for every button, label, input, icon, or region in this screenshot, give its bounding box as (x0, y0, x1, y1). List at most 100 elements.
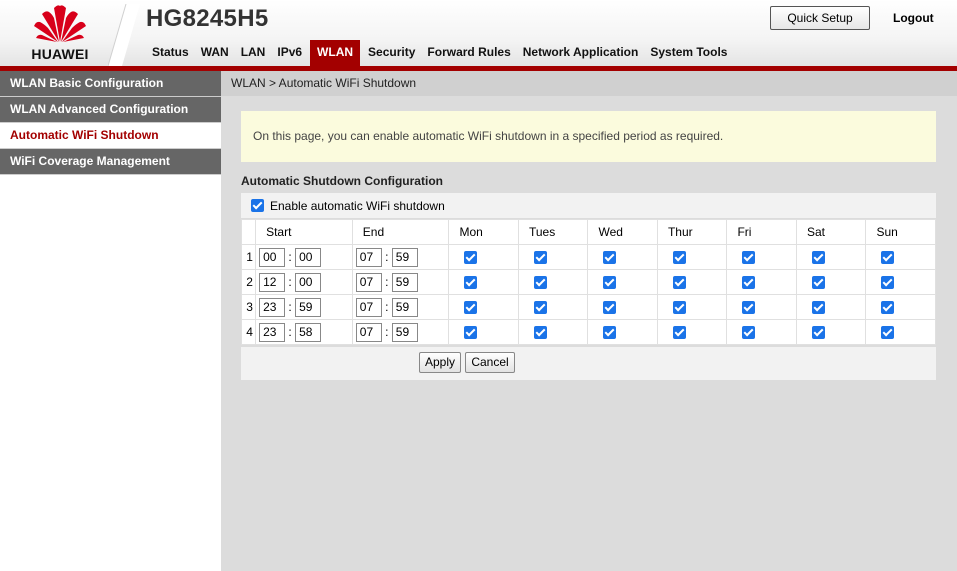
day-cell-mon (448, 244, 519, 270)
end-minute-input[interactable]: 59 (391, 272, 418, 292)
cancel-button[interactable]: Cancel (465, 352, 515, 373)
day-cell-fri (726, 294, 797, 320)
end-time-cell: 07:59 (351, 294, 450, 320)
column-header-tues: Tues (517, 219, 589, 245)
column-header-sat: Sat (795, 219, 867, 245)
end-hour-input[interactable]: 07 (355, 297, 382, 317)
sat-checkbox[interactable] (811, 326, 825, 340)
fri-checkbox[interactable] (742, 301, 756, 315)
tues-checkbox[interactable] (533, 301, 547, 315)
nav-tab-network-application[interactable]: Network Application (517, 40, 645, 66)
sun-checkbox[interactable] (881, 251, 895, 265)
start-hour-input[interactable]: 23 (259, 322, 286, 342)
thur-checkbox[interactable] (672, 276, 686, 290)
start-minute-input[interactable]: 58 (295, 322, 322, 342)
logout-link[interactable]: Logout (893, 11, 934, 25)
day-cell-sun (865, 269, 936, 295)
nav-tab-status[interactable]: Status (146, 40, 195, 66)
row-index: 1 (240, 244, 256, 270)
wed-checkbox[interactable] (603, 276, 617, 290)
sat-checkbox[interactable] (811, 251, 825, 265)
time-separator: : (288, 250, 292, 264)
nav-tab-wan[interactable]: WAN (195, 40, 235, 66)
end-hour-input[interactable]: 07 (355, 322, 382, 342)
sun-checkbox[interactable] (881, 301, 895, 315)
mon-checkbox[interactable] (464, 326, 478, 340)
start-hour-input[interactable]: 00 (259, 247, 286, 267)
wed-checkbox[interactable] (603, 301, 617, 315)
sat-checkbox[interactable] (811, 276, 825, 290)
day-cell-sat (795, 269, 867, 295)
fri-checkbox[interactable] (742, 251, 756, 265)
table-row: 4 23:58 07:59 (240, 319, 936, 345)
sidebar-item-automatic-wifi-shutdown[interactable]: Automatic WiFi Shutdown (0, 123, 221, 149)
end-hour-input[interactable]: 07 (355, 247, 382, 267)
time-separator: : (385, 300, 389, 314)
nav-tab-forward-rules[interactable]: Forward Rules (421, 40, 516, 66)
sidebar-item-wlan-advanced-configuration[interactable]: WLAN Advanced Configuration (0, 97, 221, 123)
fri-checkbox[interactable] (742, 276, 756, 290)
thur-checkbox[interactable] (672, 326, 686, 340)
schedule-header-row: Start End Mon Tues Wed Thur Fri Sat Sun (240, 219, 936, 245)
time-separator: : (385, 250, 389, 264)
enable-shutdown-checkbox[interactable] (251, 199, 264, 212)
day-cell-sat (795, 319, 867, 345)
thur-checkbox[interactable] (672, 251, 686, 265)
start-minute-input[interactable]: 59 (295, 297, 322, 317)
nav-tab-security[interactable]: Security (362, 40, 421, 66)
row-index-header (240, 219, 256, 245)
start-hour-input[interactable]: 12 (259, 272, 286, 292)
main-nav: Status WAN LAN IPv6 WLAN Security Forward Rule… (146, 40, 733, 66)
header-divider (108, 4, 140, 66)
section-title: Automatic Shutdown Configuration (241, 174, 443, 188)
quick-setup-button[interactable]: Quick Setup (770, 6, 870, 30)
fri-checkbox[interactable] (742, 326, 756, 340)
day-cell-thur (656, 244, 728, 270)
column-header-thur: Thur (656, 219, 728, 245)
start-hour-input[interactable]: 23 (259, 297, 286, 317)
mon-checkbox[interactable] (464, 276, 478, 290)
mon-checkbox[interactable] (464, 301, 478, 315)
tues-checkbox[interactable] (533, 326, 547, 340)
sidebar-item-wifi-coverage-management[interactable]: WiFi Coverage Management (0, 149, 221, 175)
end-minute-input[interactable]: 59 (391, 297, 418, 317)
table-row: 3 23:59 07:59 (240, 294, 936, 320)
apply-button[interactable]: Apply (419, 352, 461, 373)
device-model: HG8245H5 (146, 5, 269, 32)
nav-tab-ipv6[interactable]: IPv6 (271, 40, 308, 66)
day-cell-tues (517, 244, 589, 270)
nav-tab-wlan[interactable]: WLAN (310, 40, 361, 66)
mon-checkbox[interactable] (464, 251, 478, 265)
wed-checkbox[interactable] (603, 251, 617, 265)
end-time-cell: 07:59 (351, 319, 450, 345)
day-cell-fri (726, 319, 797, 345)
nav-tab-lan[interactable]: LAN (235, 40, 272, 66)
sun-checkbox[interactable] (881, 276, 895, 290)
end-minute-input[interactable]: 59 (391, 247, 418, 267)
sat-checkbox[interactable] (811, 301, 825, 315)
tues-checkbox[interactable] (533, 251, 547, 265)
nav-tab-system-tools[interactable]: System Tools (644, 40, 733, 66)
sun-checkbox[interactable] (881, 326, 895, 340)
wed-checkbox[interactable] (603, 326, 617, 340)
start-minute-input[interactable]: 00 (295, 272, 322, 292)
thur-checkbox[interactable] (672, 301, 686, 315)
tues-checkbox[interactable] (533, 276, 547, 290)
end-time-cell: 07:59 (351, 244, 450, 270)
end-hour-input[interactable]: 07 (355, 272, 382, 292)
row-index: 4 (240, 319, 256, 345)
start-minute-input[interactable]: 00 (295, 247, 322, 267)
time-separator: : (385, 325, 389, 339)
day-cell-sun (865, 244, 936, 270)
huawei-flower-icon (34, 5, 86, 43)
start-time-cell: 23:58 (255, 319, 353, 345)
table-row: 1 00:00 07:59 (240, 244, 936, 270)
time-separator: : (288, 325, 292, 339)
day-cell-thur (656, 269, 728, 295)
enable-shutdown-label: Enable automatic WiFi shutdown (270, 198, 445, 213)
end-minute-input[interactable]: 59 (391, 322, 418, 342)
sidebar-item-wlan-basic-configuration[interactable]: WLAN Basic Configuration (0, 71, 221, 97)
column-header-fri: Fri (726, 219, 797, 245)
button-area: Apply Cancel (241, 347, 936, 380)
day-cell-sat (795, 244, 867, 270)
